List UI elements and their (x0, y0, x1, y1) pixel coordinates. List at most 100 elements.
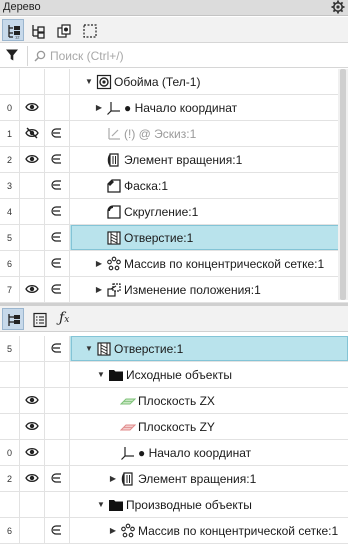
tree-row[interactable]: ▼ Производные объекты (0, 492, 348, 518)
inclusion-cell[interactable] (45, 69, 70, 94)
tree-node[interactable]: ▶ Элемент вращения:1 (108, 466, 256, 491)
node-label: Скругление:1 (124, 204, 199, 219)
node-label: Плоскость ZX (138, 393, 215, 408)
function-icon: ƒx (59, 310, 70, 326)
tree-node[interactable]: Отверстие:1 (106, 225, 193, 250)
inclusion-cell[interactable] (45, 147, 70, 172)
collapse-arrow-icon[interactable]: ▼ (96, 370, 106, 379)
inclusion-cell[interactable] (45, 121, 70, 146)
tree-row[interactable]: 7 ▶ Изменение положения:1 (0, 277, 348, 303)
collapse-arrow-icon[interactable]: ▼ (84, 344, 94, 353)
parameters-tab[interactable] (28, 308, 50, 330)
inclusion-cell[interactable] (45, 251, 70, 276)
tree-row[interactable]: 3 Фаска:1 (0, 173, 348, 199)
visibility-cell[interactable] (20, 277, 45, 302)
expand-arrow-icon[interactable]: ▶ (94, 103, 104, 112)
inclusion-cell[interactable] (45, 362, 70, 387)
visibility-cell[interactable] (20, 492, 45, 517)
expand-arrow-icon[interactable]: ▶ (94, 285, 104, 294)
variables-tab[interactable]: ƒx (54, 308, 76, 330)
tree-row[interactable]: ▼ Исходные объекты (0, 362, 348, 388)
tree-node[interactable]: ▶ Изменение положения:1 (94, 277, 261, 302)
visibility-cell[interactable] (20, 173, 45, 198)
visibility-cell[interactable] (20, 362, 45, 387)
inclusion-cell[interactable] (45, 225, 70, 250)
inclusion-cell[interactable] (45, 199, 70, 224)
inclusion-cell[interactable] (45, 440, 70, 465)
tree-row[interactable]: 0 ● Начало координат (0, 440, 348, 466)
inclusion-cell[interactable] (45, 277, 70, 302)
collapse-arrow-icon[interactable]: ▼ (84, 77, 94, 86)
visibility-cell[interactable] (20, 121, 45, 146)
tree-node[interactable]: Фаска:1 (106, 173, 168, 198)
tree-node[interactable]: ▼ Отверстие:1 (84, 336, 183, 361)
tree-node[interactable]: ▼ Исходные объекты (96, 362, 232, 387)
tree-node[interactable]: ▶ Массив по концентрической сетке:1 (108, 518, 338, 543)
plane-zy-icon (119, 419, 137, 435)
tree-row[interactable]: 2 ▶ Элемент вращения:1 (0, 466, 348, 492)
visibility-cell[interactable] (20, 225, 45, 250)
expand-arrow-icon[interactable]: ▶ (94, 259, 104, 268)
tree-node[interactable]: Плоскость ZX (119, 388, 215, 413)
visibility-cell[interactable] (20, 440, 45, 465)
tree-row[interactable]: 0 ▶ ● Начало координат (0, 95, 348, 121)
tree-node[interactable]: (!) @ Эскиз:1 (106, 121, 196, 146)
filter-icon[interactable] (5, 48, 19, 65)
inclusion-cell[interactable] (45, 173, 70, 198)
visibility-cell[interactable] (20, 518, 45, 543)
filter-frame-button[interactable] (78, 19, 100, 41)
visibility-cell[interactable] (20, 336, 45, 361)
tree-row[interactable]: 6 ▶ Массив по концентрической сетке:1 (0, 518, 348, 544)
inclusion-cell[interactable] (45, 518, 70, 543)
tree-row[interactable]: 5 ▼ Отверстие:1 (0, 336, 348, 362)
row-index (0, 492, 20, 517)
tree-row[interactable]: Плоскость ZY (0, 414, 348, 440)
circular-pattern-icon (120, 523, 136, 539)
node-label: Отверстие:1 (124, 230, 194, 245)
tree-node[interactable]: ▶ ● Начало координат (94, 95, 237, 120)
structure-tree-button[interactable] (26, 19, 48, 41)
tree-row[interactable]: 4 Скругление:1 (0, 199, 348, 225)
tree-node[interactable]: ▼ Обойма (Тел-1) (84, 69, 200, 94)
tree-node[interactable]: ● Начало координат (120, 440, 251, 465)
expand-arrow-icon[interactable]: ▶ (108, 474, 118, 483)
inclusion-cell[interactable] (45, 414, 70, 439)
tree-row[interactable]: 6 ▶ Массив по концентрической сетке:1 (0, 251, 348, 277)
visibility-cell[interactable] (20, 466, 45, 491)
tree-row[interactable]: 1 (!) @ Эскиз:1 (0, 121, 348, 147)
inclusion-cell[interactable] (45, 95, 70, 120)
copy-icon (57, 24, 71, 38)
copy-view-button[interactable] (52, 19, 74, 41)
inclusion-cell[interactable] (45, 492, 70, 517)
gear-icon[interactable] (331, 0, 345, 14)
tree-row[interactable]: 5 Отверстие:1 (0, 225, 348, 251)
expand-arrow-icon[interactable]: ▶ (108, 526, 118, 535)
visibility-cell[interactable] (20, 251, 45, 276)
visibility-cell[interactable] (20, 388, 45, 413)
visibility-cell[interactable] (20, 147, 45, 172)
build-order-tree-button[interactable]: 12 (2, 19, 24, 41)
folder-icon (108, 367, 124, 383)
tree-node[interactable]: ▼ Производные объекты (96, 492, 252, 517)
tree-node[interactable]: Скругление:1 (106, 199, 198, 224)
inclusion-cell[interactable] (45, 388, 70, 413)
inclusion-cell[interactable] (45, 466, 70, 491)
collapse-arrow-icon[interactable]: ▼ (96, 500, 106, 509)
tree-row[interactable]: 2 Элемент вращения:1 (0, 147, 348, 173)
visibility-cell[interactable] (20, 199, 45, 224)
relations-tree-tab[interactable] (2, 308, 24, 330)
tree-node[interactable]: Плоскость ZY (119, 414, 215, 439)
row-index: 2 (0, 147, 20, 172)
visibility-cell[interactable] (20, 95, 45, 120)
search-input[interactable] (50, 48, 330, 64)
node-label: Фаска:1 (124, 178, 168, 193)
tree-node[interactable]: ▶ Массив по концентрической сетке:1 (94, 251, 324, 276)
tree-node[interactable]: Элемент вращения:1 (106, 147, 242, 172)
tree-row[interactable]: Плоскость ZX (0, 388, 348, 414)
visibility-cell[interactable] (20, 69, 45, 94)
inclusion-cell[interactable] (45, 336, 70, 361)
tree-row[interactable]: ▼ Обойма (Тел-1) (0, 69, 348, 95)
visibility-cell[interactable] (20, 414, 45, 439)
scrollbar-thumb[interactable] (340, 69, 346, 300)
tree-scrollbar[interactable] (338, 69, 348, 300)
